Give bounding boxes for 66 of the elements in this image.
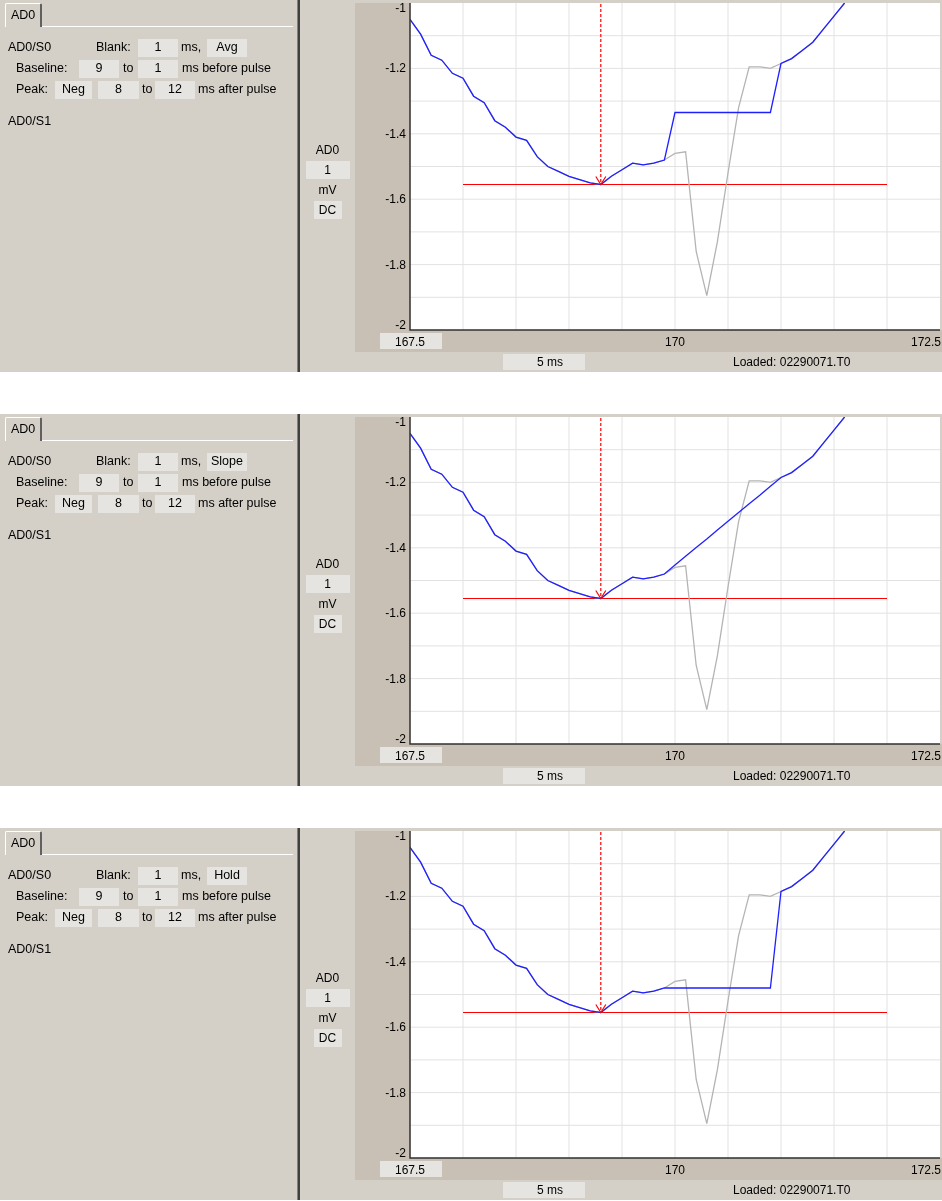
tick-label: -2 (395, 732, 406, 746)
channel-label: AD0 (315, 556, 340, 573)
field-label: to (122, 474, 135, 492)
unit-label: ms, (180, 453, 203, 471)
field-label: Blank: (96, 453, 132, 471)
field-label: Blank: (96, 39, 132, 57)
field-label: Blank: (96, 867, 132, 885)
unit-label: ms before pulse (181, 888, 271, 906)
unit-label: ms, (180, 867, 203, 885)
tick-label: 170 (665, 1163, 685, 1177)
tick-label: -1.4 (385, 126, 406, 141)
tick-label: -1.2 (385, 889, 406, 904)
tick-label: -1 (395, 829, 406, 843)
tick-label: -1 (395, 1, 406, 15)
unit-label: ms, (180, 39, 203, 57)
tick-label: -1.6 (385, 606, 406, 621)
tick-label: -1.2 (385, 61, 406, 76)
field-label: to (141, 81, 154, 99)
tick-label: -2 (395, 318, 406, 332)
unit-label: mV (318, 1010, 337, 1027)
field-label: Peak: (16, 909, 49, 927)
unit-label: ms before pulse (181, 60, 271, 78)
channel-label: AD0 (315, 142, 340, 159)
tick-label: -1.8 (385, 1085, 406, 1100)
tick-label: -1.6 (385, 192, 406, 207)
tick-label: -1.8 (385, 257, 406, 272)
field-label: Baseline: (16, 474, 69, 492)
tick-label: 172.5 (910, 749, 941, 763)
tick-label: -1.6 (385, 1020, 406, 1035)
field-label: Baseline: (16, 888, 69, 906)
unit-label: ms after pulse (197, 909, 277, 927)
tick-label: 172.5 (910, 335, 941, 349)
unit-label: ms after pulse (197, 495, 277, 513)
status-text: Loaded: 02290071.T0 (733, 768, 851, 785)
x-tick-label: 167.5 (394, 749, 426, 763)
unit-label: mV (318, 596, 337, 613)
x-tick-label: 167.5 (394, 1163, 426, 1177)
unit-label: ms before pulse (181, 474, 271, 492)
channel-label: AD0/S1 (8, 113, 52, 131)
channel-label: AD0/S0 (8, 867, 53, 885)
channel-label: AD0/S0 (8, 39, 53, 57)
tick-label: -2 (395, 1146, 406, 1160)
field-label: to (122, 60, 135, 78)
channel-label: AD0/S1 (8, 527, 52, 545)
field-label: Peak: (16, 495, 49, 513)
tick-label: 170 (665, 335, 685, 349)
field-label: to (141, 909, 154, 927)
x-tick-label: 167.5 (394, 335, 426, 349)
channel-label: AD0/S1 (8, 941, 52, 959)
field-label: Baseline: (16, 60, 69, 78)
channel-label: AD0 (315, 970, 340, 987)
tick-label: 172.5 (910, 1163, 941, 1177)
tick-label: -1.8 (385, 671, 406, 686)
unit-label: ms after pulse (197, 81, 277, 99)
tick-label: -1.2 (385, 475, 406, 490)
tick-label: -1.4 (385, 540, 406, 555)
tick-label: -1 (395, 415, 406, 429)
channel-label: AD0/S0 (8, 453, 53, 471)
unit-label: mV (318, 182, 337, 199)
status-text: Loaded: 02290071.T0 (733, 1182, 851, 1199)
field-label: Peak: (16, 81, 49, 99)
status-text: Loaded: 02290071.T0 (733, 354, 851, 371)
field-label: to (141, 495, 154, 513)
field-label: to (122, 888, 135, 906)
tick-label: 170 (665, 749, 685, 763)
tick-label: -1.4 (385, 954, 406, 969)
